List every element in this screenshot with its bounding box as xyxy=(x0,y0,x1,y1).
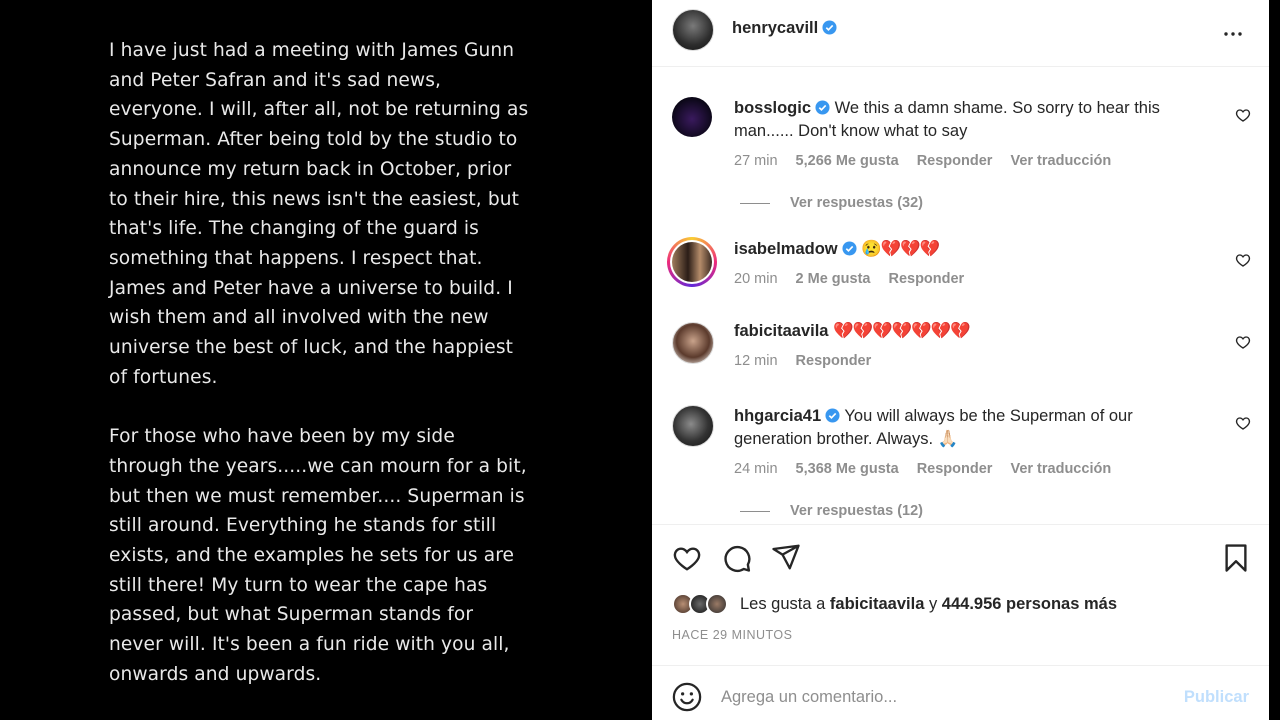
verified-icon xyxy=(822,20,837,35)
statement-paragraph-2: For those who have been by my side throu… xyxy=(109,426,527,685)
share-icon[interactable] xyxy=(771,542,801,572)
comment-time[interactable]: 12 min xyxy=(734,353,778,369)
view-replies-button[interactable]: Ver respuestas (32) xyxy=(740,195,923,211)
commenter-username[interactable]: hhgarcia41 xyxy=(734,407,821,425)
comment-like-icon[interactable] xyxy=(1235,334,1251,350)
reply-button[interactable]: Responder xyxy=(796,353,872,369)
post-statement-text: I have just had a meeting with James Gun… xyxy=(109,36,539,719)
commenter-avatar[interactable] xyxy=(672,322,714,364)
commenter-avatar-story[interactable] xyxy=(667,237,717,287)
comments-list[interactable]: bosslogic We this a damn shame. So sorry… xyxy=(652,67,1269,525)
more-options-icon[interactable] xyxy=(1221,22,1245,46)
comment-input[interactable] xyxy=(721,682,1141,712)
view-replies-label: Ver respuestas (12) xyxy=(790,503,923,519)
commenter-username[interactable]: bosslogic xyxy=(734,99,811,117)
comment-likes[interactable]: 5,266 Me gusta xyxy=(796,153,899,169)
likes-user-link[interactable]: fabicitaavila xyxy=(830,595,924,613)
comment-time[interactable]: 27 min xyxy=(734,153,778,169)
verified-icon xyxy=(825,408,840,423)
likes-middle: y xyxy=(924,595,942,613)
verified-icon xyxy=(842,241,857,256)
translate-button[interactable]: Ver traducción xyxy=(1010,153,1111,169)
replies-line xyxy=(740,202,770,204)
comment-time[interactable]: 24 min xyxy=(734,461,778,477)
heart-icon[interactable] xyxy=(672,543,702,573)
comment-text: 😢💔💔💔 xyxy=(861,240,940,258)
emoji-icon[interactable] xyxy=(672,682,702,712)
reply-button[interactable]: Responder xyxy=(917,461,993,477)
reply-button[interactable]: Responder xyxy=(917,153,993,169)
post-image: I have just had a meeting with James Gun… xyxy=(0,0,652,720)
verified-icon xyxy=(815,100,830,115)
likes-prefix: Les gusta a xyxy=(740,595,830,613)
view-replies-button[interactable]: Ver respuestas (12) xyxy=(740,503,923,519)
statement-paragraph-1: I have just had a meeting with James Gun… xyxy=(109,40,529,388)
comment-time[interactable]: 20 min xyxy=(734,271,778,287)
add-comment-bar: Publicar xyxy=(652,666,1269,720)
post-actions: Les gusta a fabicitaavila y 444.956 pers… xyxy=(652,526,1269,666)
author-username[interactable]: henrycavill xyxy=(732,19,818,37)
likes-summary: Les gusta a fabicitaavila y 444.956 pers… xyxy=(672,592,1252,618)
comment-like-icon[interactable] xyxy=(1235,252,1251,268)
comment-like-icon[interactable] xyxy=(1235,415,1251,431)
commenter-avatar[interactable] xyxy=(672,405,714,447)
right-edge xyxy=(1269,0,1280,720)
view-replies-label: Ver respuestas (32) xyxy=(790,195,923,211)
publish-button[interactable]: Publicar xyxy=(1184,688,1249,707)
comment-likes[interactable]: 2 Me gusta xyxy=(796,271,871,287)
post-timestamp[interactable]: HACE 29 MINUTOS xyxy=(672,628,793,642)
post-header: henrycavill xyxy=(652,0,1269,67)
liker-avatar[interactable] xyxy=(706,593,728,615)
comment-like-icon[interactable] xyxy=(1235,107,1251,123)
reply-button[interactable]: Responder xyxy=(888,271,964,287)
comment-likes[interactable]: 5,368 Me gusta xyxy=(796,461,899,477)
commenter-avatar[interactable] xyxy=(672,97,712,137)
translate-button[interactable]: Ver traducción xyxy=(1010,461,1111,477)
commenter-username[interactable]: fabicitaavila xyxy=(734,322,828,340)
post-panel: henrycavill bosslogic We this a damn sha… xyxy=(652,0,1269,720)
bookmark-icon[interactable] xyxy=(1221,543,1251,573)
comment-text: 💔💔💔💔💔💔💔 xyxy=(833,322,971,340)
author-avatar[interactable] xyxy=(672,9,714,51)
replies-line xyxy=(740,510,770,512)
comment-icon[interactable] xyxy=(722,543,752,573)
likes-count-link[interactable]: 444.956 personas más xyxy=(942,595,1117,613)
commenter-username[interactable]: isabelmadow xyxy=(734,240,838,258)
likes-text: Les gusta a fabicitaavila y 444.956 pers… xyxy=(740,595,1117,614)
